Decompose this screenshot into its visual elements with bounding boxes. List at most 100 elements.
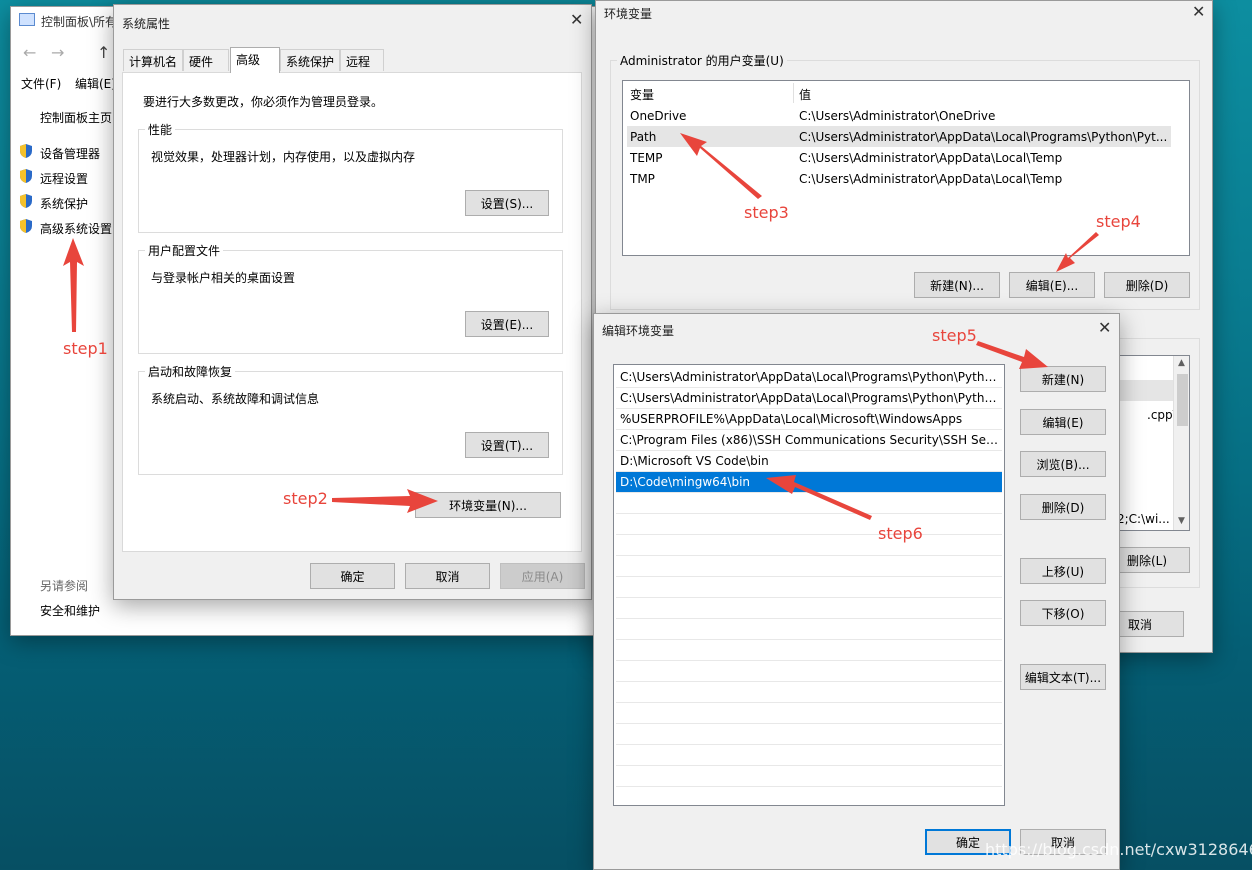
variable-value: C:\Users\Administrator\OneDrive: [799, 109, 996, 123]
menu-edit[interactable]: 编辑(E): [75, 75, 116, 92]
list-item[interactable]: [616, 514, 1002, 535]
list-item[interactable]: [616, 640, 1002, 661]
user-variables-list[interactable]: 变量 值 OneDrive C:\Users\Administrator\One…: [622, 80, 1190, 256]
shield-icon: [20, 144, 32, 158]
scrollbar-thumb[interactable]: [1177, 374, 1188, 426]
shield-icon: [20, 169, 32, 183]
up-arrow-icon[interactable]: ↑: [97, 43, 110, 62]
path-delete-button[interactable]: 删除(D): [1020, 494, 1106, 520]
see-also-heading: 另请参阅: [40, 579, 89, 593]
environment-variables-button[interactable]: 环境变量(N)...: [415, 492, 561, 518]
performance-desc: 视觉效果，处理器计划，内存使用，以及虚拟内存: [151, 150, 416, 164]
admin-note: 要进行大多数更改，你必须作为管理员登录。: [143, 95, 384, 109]
list-item[interactable]: [616, 745, 1002, 766]
list-item[interactable]: [616, 556, 1002, 577]
system-variable-value-partial: 2;C:\wi...: [1117, 512, 1170, 526]
scroll-up-icon[interactable]: ▲: [1178, 358, 1185, 368]
tab-remote[interactable]: 远程: [340, 49, 384, 71]
shield-icon: [20, 194, 32, 208]
column-header-value[interactable]: 值: [799, 86, 811, 103]
performance-label: 性能: [145, 121, 176, 138]
apply-button[interactable]: 应用(A): [500, 563, 585, 589]
list-item[interactable]: C:\Users\Administrator\AppData\Local\Pro…: [616, 388, 1002, 409]
list-item[interactable]: [616, 535, 1002, 556]
list-item[interactable]: C:\Program Files (x86)\SSH Communication…: [616, 430, 1002, 451]
back-arrow-icon[interactable]: ←: [23, 43, 36, 62]
user-variable-delete-button[interactable]: 删除(D): [1104, 272, 1190, 298]
link-device-manager[interactable]: 设备管理器: [40, 145, 100, 162]
performance-group: 性能 视觉效果，处理器计划，内存使用，以及虚拟内存 设置(S)...: [138, 121, 563, 233]
variable-name: OneDrive: [630, 109, 687, 123]
system-properties-title: 系统属性: [122, 17, 171, 31]
advanced-tab-panel: 要进行大多数更改，你必须作为管理员登录。 性能 视觉效果，处理器计划，内存使用，…: [122, 72, 582, 552]
user-variables-label: Administrator 的用户变量(U): [617, 52, 787, 69]
control-panel-title: 控制面板\所有: [41, 15, 118, 29]
list-item[interactable]: [616, 682, 1002, 703]
list-item[interactable]: C:\Users\Administrator\AppData\Local\Pro…: [616, 367, 1002, 388]
forward-arrow-icon[interactable]: →: [51, 43, 64, 62]
table-row[interactable]: OneDrive C:\Users\Administrator\OneDrive: [627, 105, 1171, 126]
path-browse-button[interactable]: 浏览(B)...: [1020, 451, 1106, 477]
variable-value: C:\Users\Administrator\AppData\Local\Tem…: [799, 172, 1063, 186]
list-item[interactable]: [616, 703, 1002, 724]
tab-advanced[interactable]: 高级: [230, 47, 280, 73]
control-panel-home-link[interactable]: 控制面板主页: [40, 109, 112, 126]
close-icon[interactable]: ✕: [1098, 320, 1111, 336]
user-variable-edit-button[interactable]: 编辑(E)...: [1009, 272, 1095, 298]
list-item[interactable]: [616, 724, 1002, 745]
startup-recovery-label: 启动和故障恢复: [145, 363, 236, 380]
ok-button[interactable]: 确定: [310, 563, 395, 589]
list-item[interactable]: D:\Microsoft VS Code\bin: [616, 451, 1002, 472]
path-edit-text-button[interactable]: 编辑文本(T)...: [1020, 664, 1106, 690]
edit-cancel-button[interactable]: 取消: [1020, 829, 1106, 855]
user-profiles-group: 用户配置文件 与登录帐户相关的桌面设置 设置(E)...: [138, 242, 563, 354]
list-item[interactable]: %USERPROFILE%\AppData\Local\Microsoft\Wi…: [616, 409, 1002, 430]
edit-environment-variable-title: 编辑环境变量: [602, 324, 675, 338]
user-profiles-desc: 与登录帐户相关的桌面设置: [151, 271, 296, 285]
scrollbar[interactable]: ▲ ▼: [1173, 356, 1189, 530]
link-remote-settings[interactable]: 远程设置: [40, 170, 88, 187]
menu-file[interactable]: 文件(F): [21, 75, 61, 92]
list-item[interactable]: [616, 619, 1002, 640]
edit-ok-button[interactable]: 确定: [925, 829, 1011, 855]
list-item[interactable]: [616, 577, 1002, 598]
variable-name: TEMP: [630, 151, 663, 165]
user-profiles-label: 用户配置文件: [145, 242, 224, 259]
variable-name: Path: [630, 130, 657, 144]
startup-recovery-settings-button[interactable]: 设置(T)...: [465, 432, 549, 458]
close-icon[interactable]: ✕: [1192, 4, 1205, 20]
edit-environment-variable-dialog: 编辑环境变量 ✕ C:\Users\Administrator\AppData\…: [593, 313, 1120, 870]
tab-computer-name[interactable]: 计算机名: [123, 49, 183, 71]
column-header-variable[interactable]: 变量: [630, 86, 654, 103]
table-row[interactable]: TEMP C:\Users\Administrator\AppData\Loca…: [627, 147, 1171, 168]
link-advanced-system-settings[interactable]: 高级系统设置: [40, 220, 112, 237]
link-system-protection[interactable]: 系统保护: [40, 195, 88, 212]
startup-recovery-group: 启动和故障恢复 系统启动、系统故障和调试信息 设置(T)...: [138, 363, 563, 475]
system-properties-dialog: 系统属性 ✕ 计算机名 硬件 高级 系统保护 远程 要进行大多数更改，你必须作为…: [113, 4, 592, 600]
list-item[interactable]: [616, 661, 1002, 682]
list-item[interactable]: [616, 598, 1002, 619]
tab-hardware[interactable]: 硬件: [183, 49, 229, 71]
path-move-down-button[interactable]: 下移(O): [1020, 600, 1106, 626]
performance-settings-button[interactable]: 设置(S)...: [465, 190, 549, 216]
cancel-button[interactable]: 取消: [405, 563, 490, 589]
environment-variables-title: 环境变量: [604, 7, 653, 21]
list-item[interactable]: [616, 493, 1002, 514]
scroll-down-icon[interactable]: ▼: [1178, 516, 1185, 526]
table-row[interactable]: TMP C:\Users\Administrator\AppData\Local…: [627, 168, 1171, 189]
link-security-maintenance[interactable]: 安全和维护: [40, 602, 100, 619]
table-row[interactable]: Path C:\Users\Administrator\AppData\Loca…: [627, 126, 1171, 147]
path-entries-list[interactable]: C:\Users\Administrator\AppData\Local\Pro…: [613, 364, 1005, 806]
user-profiles-settings-button[interactable]: 设置(E)...: [465, 311, 549, 337]
path-move-up-button[interactable]: 上移(U): [1020, 558, 1106, 584]
variable-name: TMP: [630, 172, 655, 186]
list-item[interactable]: D:\Code\mingw64\bin: [616, 472, 1002, 493]
path-edit-button[interactable]: 编辑(E): [1020, 409, 1106, 435]
list-item[interactable]: [616, 766, 1002, 787]
column-divider: [793, 83, 794, 103]
user-variable-new-button[interactable]: 新建(N)...: [914, 272, 1000, 298]
startup-recovery-desc: 系统启动、系统故障和调试信息: [151, 392, 320, 406]
path-new-button[interactable]: 新建(N): [1020, 366, 1106, 392]
tab-system-protection[interactable]: 系统保护: [280, 49, 340, 71]
close-icon[interactable]: ✕: [570, 12, 583, 28]
